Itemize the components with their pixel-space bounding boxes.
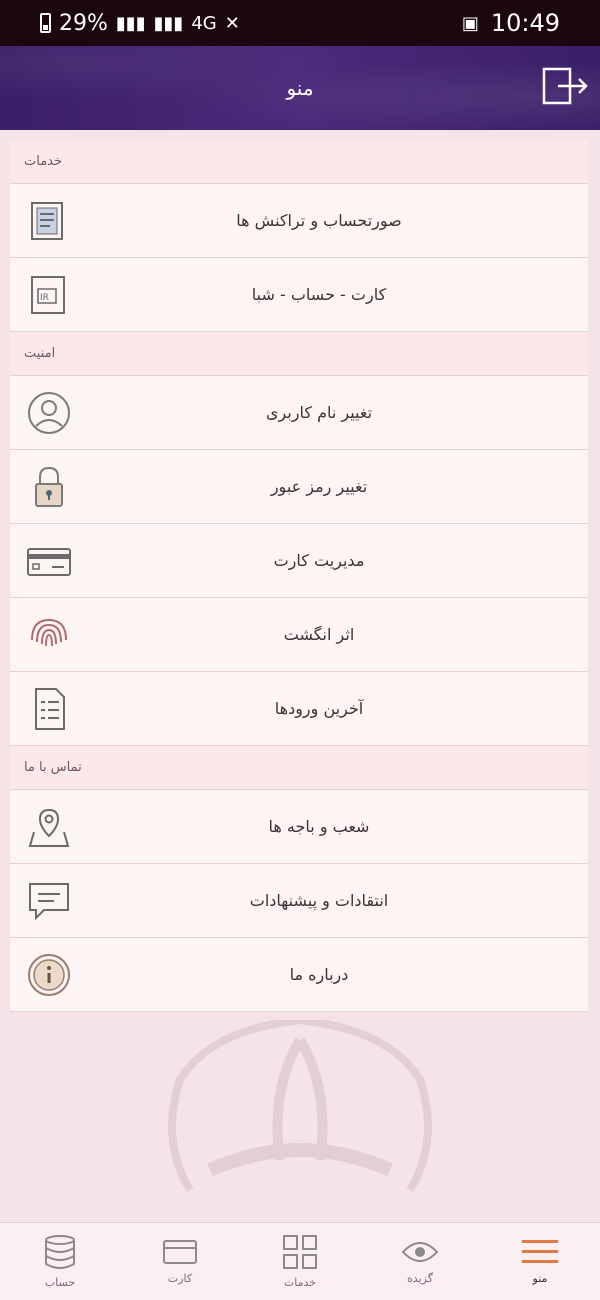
menu-item-label: تغییر رمز عبور [270, 477, 368, 496]
section-header-contact: تماس با ما [10, 746, 588, 790]
nav-tab-menu[interactable]: منو [485, 1238, 595, 1285]
exit-icon [542, 67, 588, 105]
nav-tab-card[interactable]: کارت [125, 1238, 235, 1285]
status-left: 29% ▮▮▮ ▮▮▮ 4G ✕ [40, 11, 240, 36]
menu-item-label: آخرین ورودها [274, 699, 364, 718]
lock-icon [18, 456, 80, 518]
menu-icon [522, 1240, 558, 1263]
grid-icon [283, 1235, 317, 1269]
menu-list: خدمات صورتحساب و تراکنش ها IR کارت - حسا… [10, 140, 588, 1012]
battery-percent: 29% [59, 10, 108, 36]
menu-item-label: درباره ما [289, 965, 349, 984]
nav-tab-services[interactable]: خدمات [245, 1234, 355, 1289]
location-icon [18, 796, 80, 858]
signal-icon-2: ▮▮▮ [153, 12, 184, 34]
document-list-icon [18, 678, 80, 740]
nav-tab-account[interactable]: حساب [5, 1234, 115, 1289]
exit-button[interactable] [542, 66, 590, 108]
statement-icon [18, 190, 80, 252]
emblem-watermark [168, 1020, 432, 1193]
menu-item-change-username[interactable]: تغییر نام کاربری [10, 376, 588, 450]
nav-label: حساب [44, 1276, 76, 1289]
menu-item-label: صورتحساب و تراکنش ها [236, 211, 402, 230]
image-icon: ▣ [461, 12, 479, 34]
nav-label: خدمات [283, 1276, 317, 1289]
page-title: منو [286, 76, 314, 100]
fingerprint-icon [18, 604, 80, 666]
menu-item-fingerprint[interactable]: اثر انگشت [10, 598, 588, 672]
wifi-off-icon: ✕ [224, 12, 240, 34]
menu-item-card-account-sheba[interactable]: IR کارت - حساب - شبا [10, 258, 588, 332]
eye-icon [401, 1242, 439, 1262]
menu-item-label: تغییر نام کاربری [265, 403, 373, 422]
section-header-security: امنیت [10, 332, 588, 376]
menu-item-label: اثر انگشت [283, 625, 355, 644]
battery-icon [40, 13, 51, 33]
menu-item-feedback[interactable]: انتقادات و پیشنهادات [10, 864, 588, 938]
nav-tab-favorites[interactable]: گزیده [365, 1238, 475, 1285]
signal-icon: ▮▮▮ [115, 12, 146, 34]
menu-item-label: مدیریت کارت [273, 551, 365, 570]
nav-label: کارت [167, 1272, 193, 1285]
nav-label: منو [532, 1272, 548, 1285]
card-icon [163, 1240, 197, 1264]
clock: 10:49 [490, 9, 560, 37]
menu-item-about-us[interactable]: درباره ما [10, 938, 588, 1012]
menu-item-last-logins[interactable]: آخرین ورودها [10, 672, 588, 746]
network-type: 4G [191, 12, 217, 34]
menu-item-branches[interactable]: شعب و باجه ها [10, 790, 588, 864]
feedback-icon [18, 870, 80, 932]
section-header-services: خدمات [10, 140, 588, 184]
menu-item-statements[interactable]: صورتحساب و تراکنش ها [10, 184, 588, 258]
svg-text:IR: IR [40, 293, 49, 303]
status-bar: 29% ▮▮▮ ▮▮▮ 4G ✕ ▣ 10:49 [0, 0, 600, 46]
app-header: منو [0, 46, 600, 130]
menu-item-card-management[interactable]: مدیریت کارت [10, 524, 588, 598]
menu-item-label: شعب و باجه ها [268, 817, 370, 836]
menu-item-label: کارت - حساب - شبا [251, 285, 387, 304]
user-icon [18, 382, 80, 444]
nav-label: گزیده [407, 1272, 433, 1285]
status-right: ▣ 10:49 [462, 9, 560, 37]
info-icon [18, 944, 80, 1006]
card-icon [18, 530, 80, 592]
menu-item-label: انتقادات و پیشنهادات [249, 891, 389, 910]
bottom-nav: حساب کارت خدمات گزیده منو [0, 1222, 600, 1300]
menu-item-change-password[interactable]: تغییر رمز عبور [10, 450, 588, 524]
iban-card-icon: IR [18, 264, 80, 326]
coins-icon [45, 1235, 75, 1269]
